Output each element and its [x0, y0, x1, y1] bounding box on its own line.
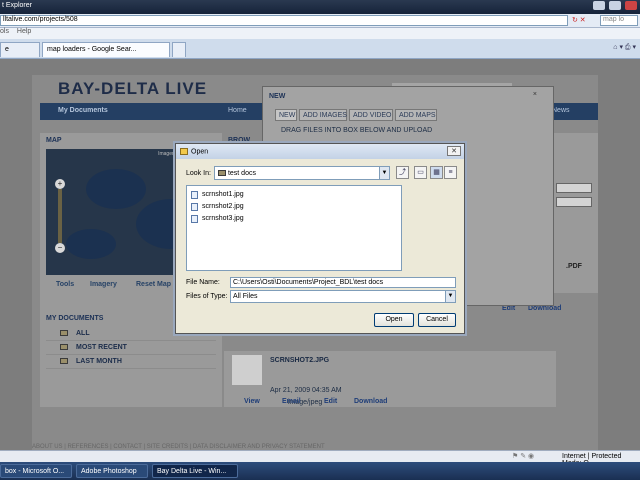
doc-filter-last-month[interactable]: LAST MONTH	[46, 355, 216, 369]
minimize-button[interactable]	[593, 1, 606, 10]
task-photoshop[interactable]: Adobe Photoshop	[76, 464, 148, 478]
nav-home[interactable]: Home	[228, 107, 247, 114]
tab-add-video[interactable]: ADD VIDEO	[349, 109, 393, 121]
right-select-2[interactable]	[556, 197, 592, 207]
nav-news[interactable]: News	[552, 107, 570, 114]
browser-tab-1[interactable]: e	[0, 42, 40, 57]
download-link[interactable]: Download	[354, 398, 387, 405]
tab-new[interactable]: NEW	[275, 109, 297, 121]
new-tab-button[interactable]	[172, 42, 186, 57]
result-thumbnail[interactable]	[232, 355, 262, 385]
up-folder-icon[interactable]: ⤴	[396, 166, 409, 179]
task-ie[interactable]: Bay Delta Live - Win...	[152, 464, 238, 478]
dialog-close-button[interactable]: ✕	[447, 146, 461, 156]
edit-link-top[interactable]: Edit	[502, 305, 515, 312]
windows-taskbar: box - Microsoft O... Adobe Photoshop Bay…	[0, 462, 640, 480]
browser-search-input[interactable]: map lo	[600, 15, 638, 26]
file-name-input[interactable]: C:\Users\Osti\Documents\Project_BDL\test…	[230, 277, 456, 288]
browser-status-bar: ⚑ ✎ ◉ Internet | Protected Mode: O	[0, 450, 640, 467]
edit-link[interactable]: Edit	[324, 398, 337, 405]
dialog-title-bar: Open ✕	[176, 144, 464, 159]
window-controls	[591, 1, 637, 12]
window-title: t Explorer	[2, 2, 32, 9]
list-item[interactable]: scrnshot2.jpg	[190, 201, 398, 213]
list-view-icon[interactable]: ▦	[430, 166, 443, 179]
tab-add-maps[interactable]: ADD MAPS	[395, 109, 437, 121]
menu-bar: ols Help	[0, 28, 640, 39]
look-in-label: Look In:	[186, 170, 211, 177]
status-icons[interactable]: ⚑ ✎ ◉	[512, 452, 534, 460]
chevron-down-icon[interactable]: ▼	[445, 291, 455, 302]
dialog-title: Open	[191, 148, 209, 156]
my-documents-title: MY DOCUMENTS	[46, 315, 104, 322]
list-item[interactable]: scrnshot3.jpg	[190, 213, 398, 225]
new-dialog-title: NEW	[269, 93, 286, 100]
browser-tab-bar: e map loaders - Google Sear... ⌂ ▾ ⎙ ▾	[0, 39, 640, 59]
file-name-label: File Name:	[186, 279, 220, 286]
menu-tools[interactable]: ols	[0, 28, 9, 35]
file-icon	[191, 191, 198, 199]
new-folder-icon[interactable]: ▭	[414, 166, 427, 179]
folder-icon	[60, 358, 68, 364]
pdf-filename: .PDF	[566, 263, 582, 270]
folder-icon	[60, 330, 68, 336]
file-list: scrnshot1.jpg scrnshot2.jpg scrnshot3.jp…	[186, 185, 402, 271]
menu-help[interactable]: Help	[17, 28, 31, 35]
right-panel: .PDF	[552, 133, 598, 293]
map-tab-reset[interactable]: Reset Map	[136, 281, 171, 288]
list-item[interactable]: scrnshot1.jpg	[190, 189, 398, 201]
details-view-icon[interactable]: ≡	[444, 166, 457, 179]
result-item: SCRNSHOT2.JPG Apr 21, 2009 04:35 AM imag…	[224, 351, 556, 407]
nav-my-documents[interactable]: My Documents	[58, 107, 108, 114]
file-icon	[191, 215, 198, 223]
browser-title-bar: t Explorer	[0, 0, 640, 14]
email-link[interactable]: Email	[282, 398, 301, 405]
site-logo: BAY-DELTA LIVE	[58, 79, 208, 98]
open-button[interactable]: Open	[374, 313, 414, 327]
files-of-type-label: Files of Type:	[186, 293, 228, 300]
zoom-in-icon[interactable]: +	[55, 179, 65, 189]
cancel-button[interactable]: Cancel	[418, 313, 456, 327]
chevron-down-icon[interactable]: ▼	[379, 167, 389, 179]
url-input[interactable]: lltalive.com/projects/508	[0, 15, 568, 26]
result-date: Apr 21, 2009 04:35 AM	[270, 387, 342, 394]
address-bar: lltalive.com/projects/508 ↻ ✕ map lo	[0, 14, 640, 28]
close-icon[interactable]: ×	[533, 91, 537, 98]
download-link-top[interactable]: Download	[528, 305, 561, 312]
refresh-stop-icons[interactable]: ↻ ✕	[572, 16, 586, 24]
browser-tab-2[interactable]: map loaders - Google Sear...	[42, 42, 170, 57]
view-link[interactable]: View	[244, 398, 260, 405]
open-file-dialog: Open ✕ Look In: test docs ▼ ⤴ ▭ ▦ ≡ scrn…	[175, 143, 465, 334]
zoom-slider[interactable]	[58, 189, 62, 243]
file-icon	[191, 203, 198, 211]
map-tab-tools[interactable]: Tools	[56, 281, 74, 288]
folder-icon	[60, 344, 68, 350]
toolbar-icons[interactable]: ⌂ ▾ ⎙ ▾	[613, 43, 636, 52]
doc-filter-most-recent[interactable]: MOST RECENT	[46, 341, 216, 355]
result-name[interactable]: SCRNSHOT2.JPG	[270, 357, 329, 364]
files-of-type-select[interactable]: All Files ▼	[230, 290, 456, 303]
map-tab-imagery[interactable]: Imagery	[90, 281, 117, 288]
zoom-out-icon[interactable]: −	[55, 243, 65, 253]
java-cup-icon	[180, 148, 188, 155]
close-window-button[interactable]	[625, 1, 637, 10]
look-in-select[interactable]: test docs ▼	[214, 166, 390, 180]
zoom-control[interactable]: + −	[55, 179, 65, 253]
right-select-1[interactable]	[556, 183, 592, 193]
maximize-button[interactable]	[609, 1, 622, 10]
upload-instruction: DRAG FILES INTO BOX BELOW AND UPLOAD	[281, 127, 433, 134]
tab-add-images[interactable]: ADD IMAGES	[299, 109, 347, 121]
folder-icon	[218, 170, 226, 176]
task-outlook[interactable]: box - Microsoft O...	[0, 464, 72, 478]
